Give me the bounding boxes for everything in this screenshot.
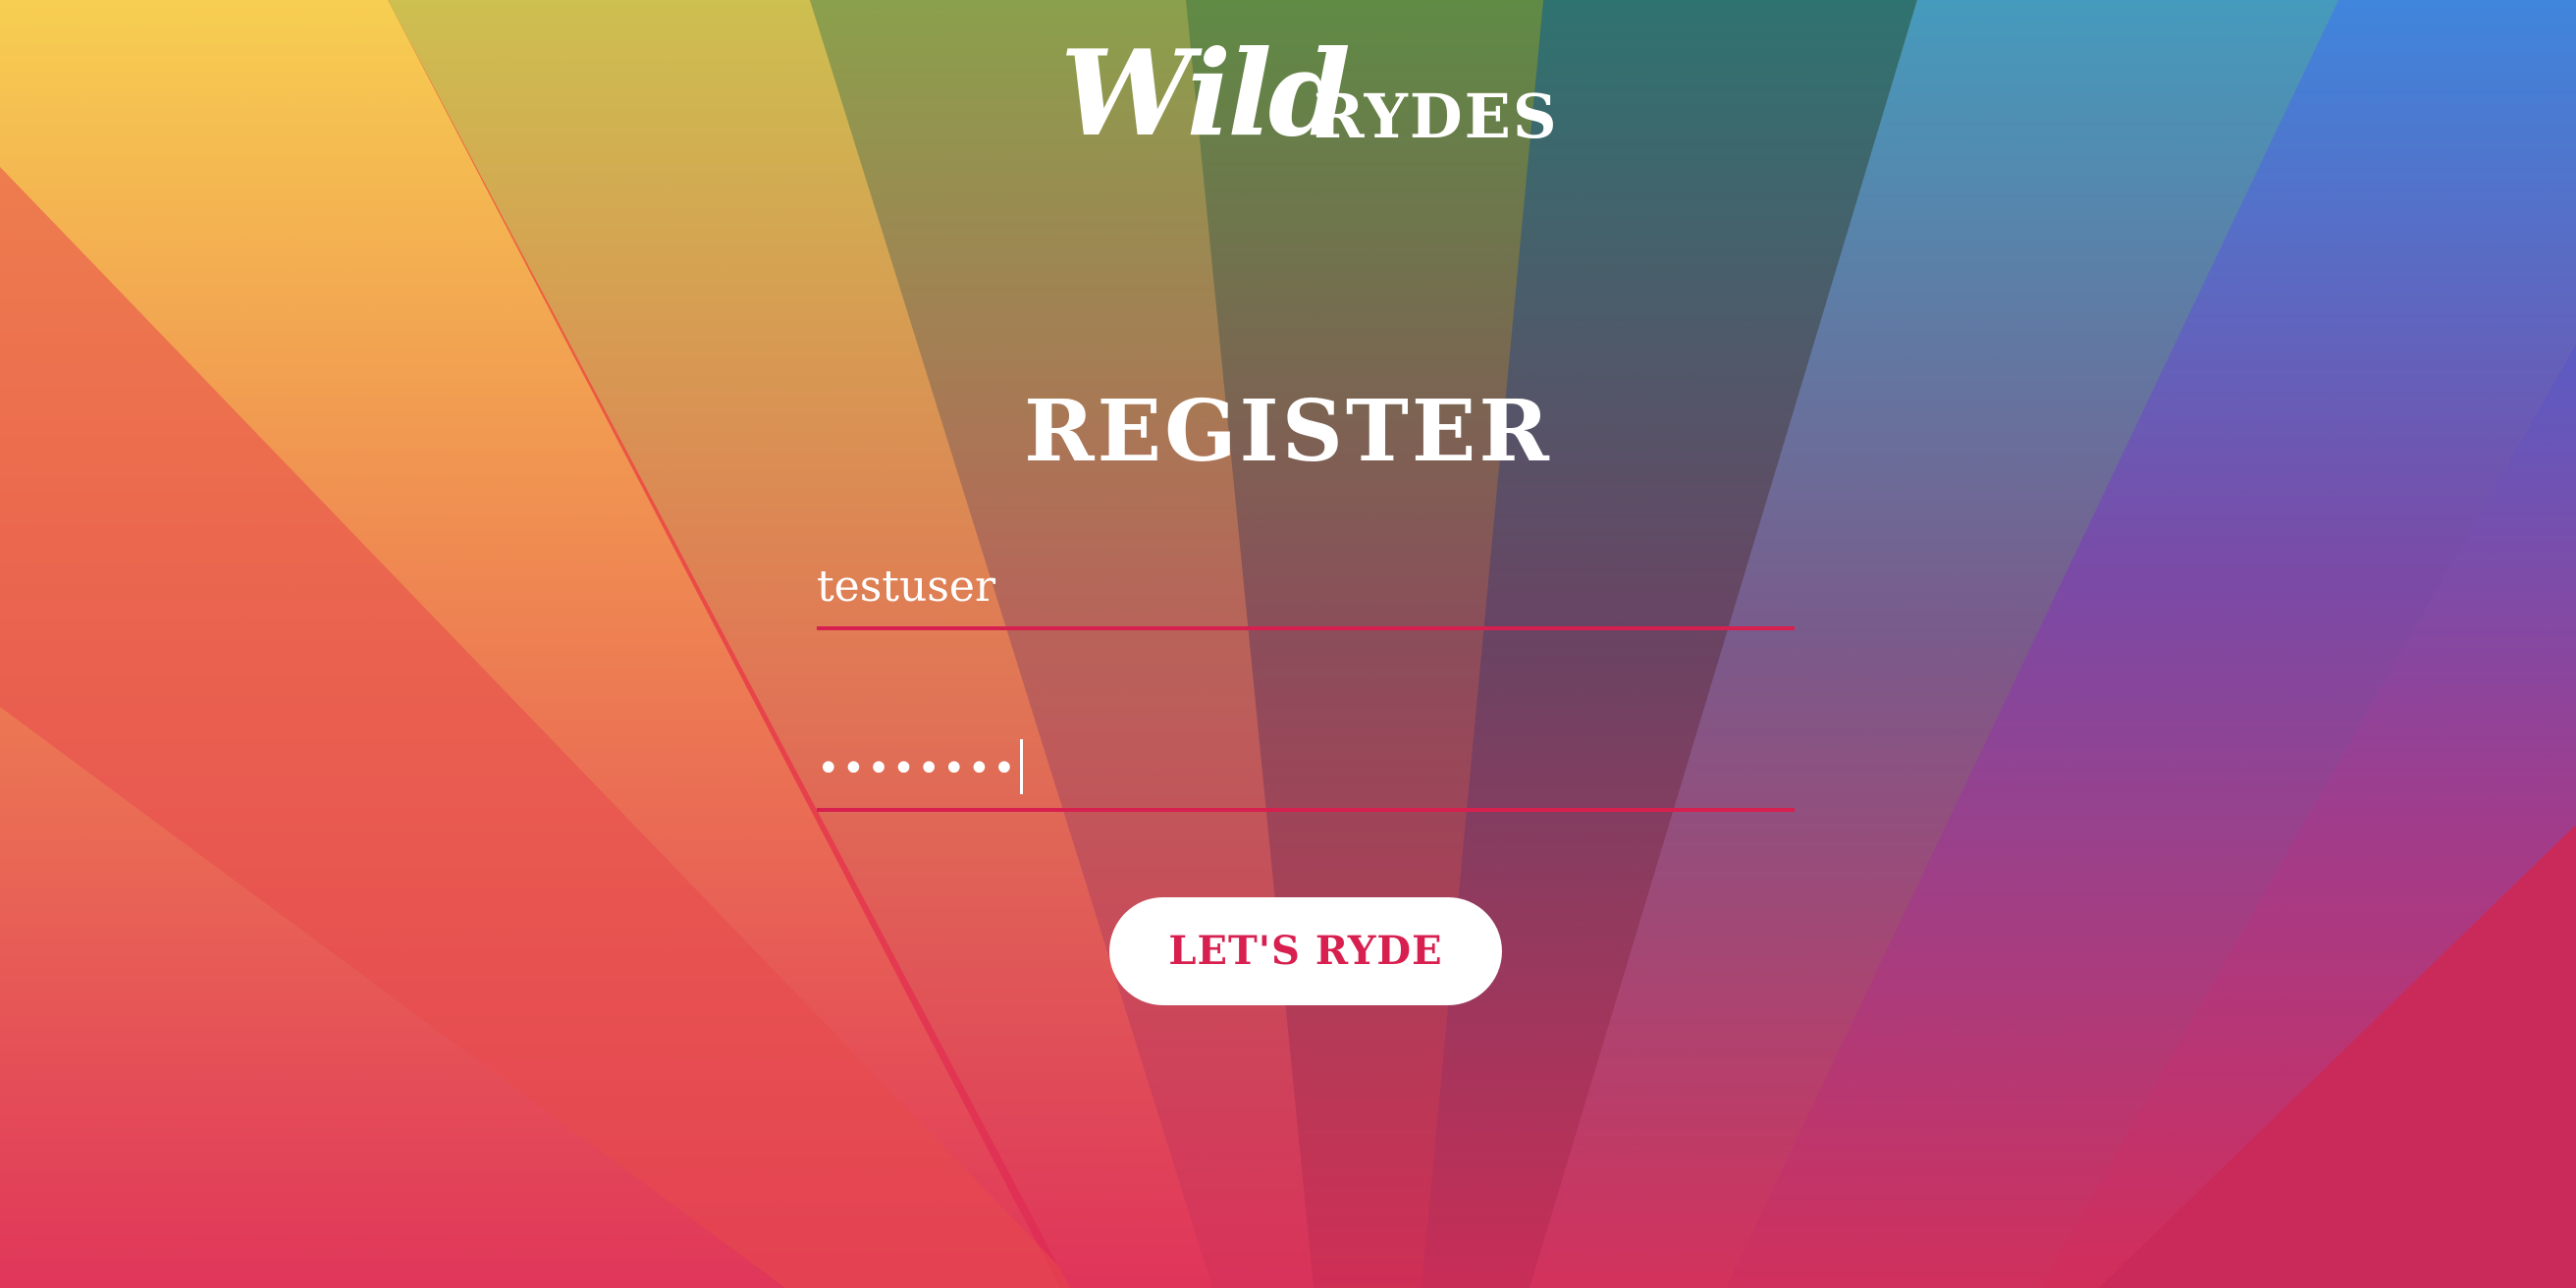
password-underline — [817, 808, 1795, 812]
wild-rydes-logo: Wild RYDES — [1060, 25, 1557, 163]
logo-caps-text: RYDES — [1314, 80, 1559, 152]
username-underline — [817, 626, 1795, 630]
page-title: REGISTER — [1024, 382, 1552, 481]
lets-ryde-button[interactable]: LET'S RYDE — [1109, 897, 1502, 1005]
logo-script-text: Wild — [1060, 25, 1351, 163]
password-masked-value: •••••••• — [817, 746, 1018, 791]
username-field[interactable]: testuser — [817, 550, 1795, 630]
rainbow-background — [0, 0, 2576, 1288]
password-field[interactable]: •••••••• — [817, 731, 1795, 812]
password-input[interactable]: •••••••• — [817, 731, 1023, 806]
text-caret — [1019, 739, 1023, 794]
username-input[interactable]: testuser — [817, 550, 995, 624]
